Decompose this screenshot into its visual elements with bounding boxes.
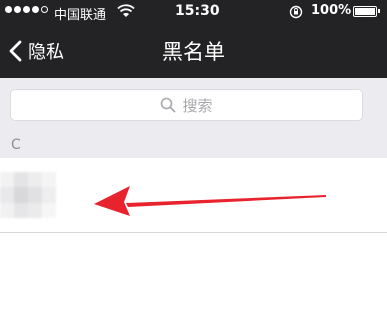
annotation-arrow-icon xyxy=(94,186,326,216)
rotation-lock-icon xyxy=(289,5,303,19)
search-input[interactable]: 搜索 xyxy=(10,89,363,121)
status-bar: 中国联通 15:30 100% xyxy=(0,0,387,28)
wifi-icon xyxy=(117,4,135,17)
search-icon xyxy=(161,97,176,113)
battery-percent: 100% xyxy=(311,3,352,18)
nav-bar: 隐私 黑名单 xyxy=(0,28,387,78)
empty-area xyxy=(0,233,387,311)
section-header: C xyxy=(0,132,387,158)
search-area: 搜索 xyxy=(0,78,387,132)
header: 中国联通 15:30 100% 隐私 黑名单 xyxy=(0,0,387,78)
clock: 15:30 xyxy=(175,3,220,19)
signal-icon xyxy=(5,6,48,13)
avatar xyxy=(0,172,56,218)
page-title: 黑名单 xyxy=(162,40,225,64)
carrier-label: 中国联通 xyxy=(54,8,107,23)
search-placeholder: 搜索 xyxy=(182,96,213,115)
section-letter: C xyxy=(11,137,21,153)
blacklist-screen: 中国联通 15:30 100% 隐私 黑名单 搜索 C xyxy=(0,0,387,311)
battery-icon xyxy=(353,6,380,17)
